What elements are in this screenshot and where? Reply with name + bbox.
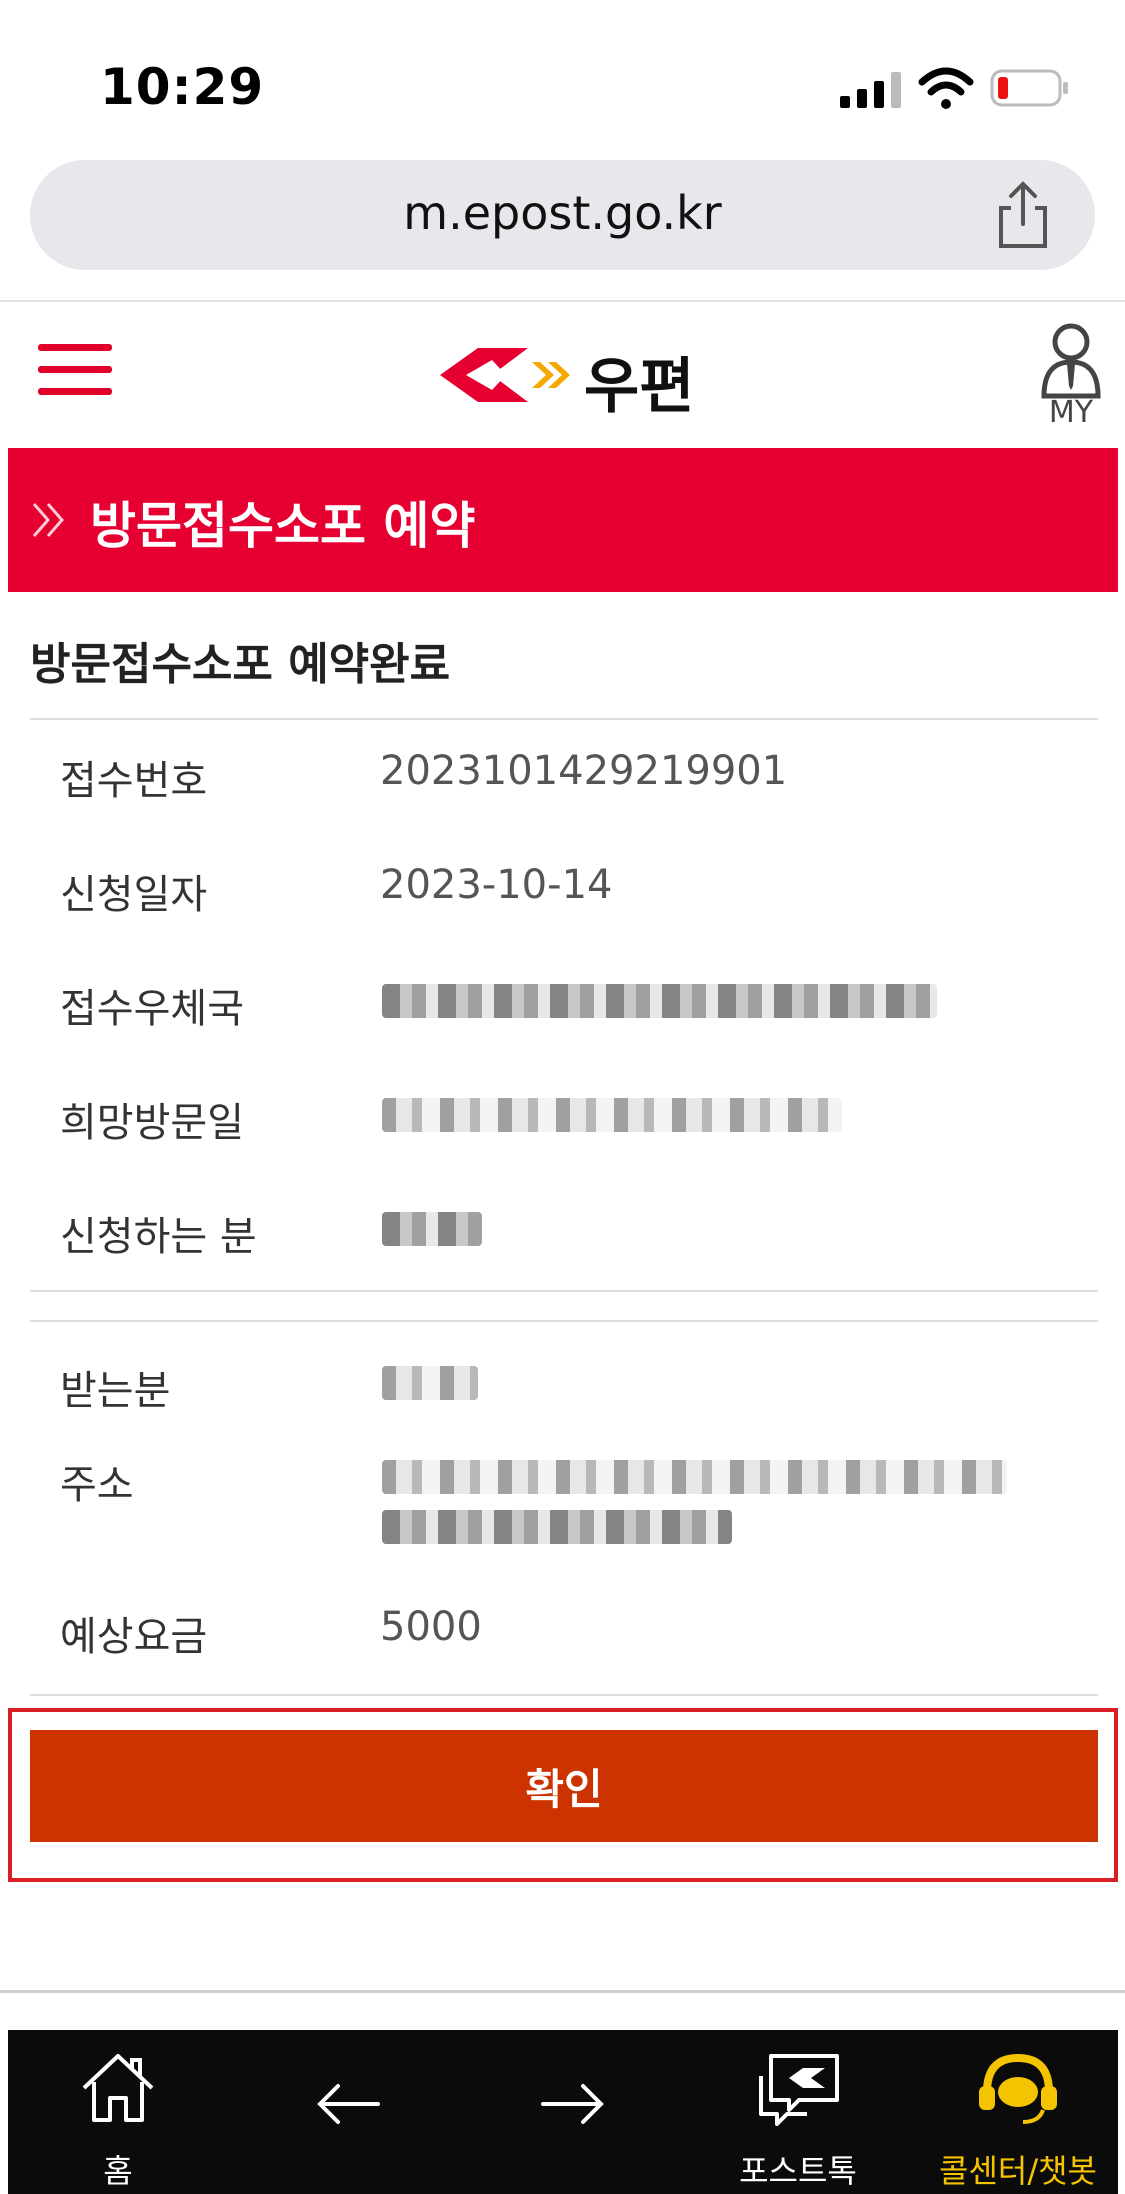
redacted-value bbox=[382, 1510, 732, 1544]
info-value: 5000 bbox=[380, 1604, 482, 1650]
redacted-value bbox=[382, 1098, 842, 1132]
headset-icon bbox=[979, 2053, 1057, 2124]
nav-home[interactable]: 홈 bbox=[58, 2030, 178, 2194]
redacted-value bbox=[382, 1460, 1007, 1494]
url-text: m.epost.go.kr bbox=[403, 186, 722, 240]
my-label: MY bbox=[1048, 395, 1094, 430]
info-row-address: 주소 bbox=[30, 1452, 1098, 1572]
battery-icon bbox=[990, 69, 1068, 107]
double-chevron-right-icon bbox=[32, 503, 64, 537]
nav-forward[interactable] bbox=[513, 2030, 633, 2194]
info-label: 희망방문일 bbox=[60, 1100, 244, 1146]
share-icon[interactable] bbox=[991, 180, 1055, 250]
status-bar: 10:29 bbox=[0, 0, 1125, 150]
wifi-icon bbox=[918, 67, 974, 109]
info-row-post-office: 접수우체국 bbox=[30, 976, 1098, 1056]
arrow-right-icon bbox=[541, 2084, 604, 2124]
info-value: 2023101429219901 bbox=[380, 748, 788, 794]
logo-text: 우편 bbox=[584, 352, 695, 422]
page-title: 방문접수소포 예약 bbox=[90, 497, 476, 555]
divider bbox=[0, 1990, 1125, 1993]
chat-bubble-icon bbox=[759, 2054, 839, 2126]
my-page-button[interactable]: MY bbox=[1036, 320, 1106, 430]
nav-posttalk[interactable]: 포스트톡 bbox=[713, 2030, 883, 2194]
redacted-value bbox=[382, 1366, 478, 1400]
nav-home-label: 홈 bbox=[103, 2152, 133, 2190]
info-label: 받는분 bbox=[60, 1368, 171, 1414]
menu-icon[interactable] bbox=[38, 344, 112, 396]
epost-logo-icon bbox=[440, 348, 570, 402]
home-icon bbox=[82, 2054, 154, 2122]
confirm-button[interactable]: 확인 bbox=[30, 1730, 1098, 1842]
site-header: 우편 MY bbox=[0, 302, 1125, 448]
info-row-application-date: 신청일자 2023-10-14 bbox=[30, 862, 1098, 942]
info-row-visit-date: 희망방문일 bbox=[30, 1090, 1098, 1170]
redacted-value bbox=[382, 984, 937, 1018]
nav-callcenter[interactable]: 콜센터/챗봇 bbox=[918, 2030, 1118, 2194]
info-value: 2023-10-14 bbox=[380, 862, 613, 908]
address-bar[interactable]: m.epost.go.kr bbox=[30, 160, 1095, 270]
info-label: 예상요금 bbox=[60, 1614, 208, 1660]
divider bbox=[30, 1320, 1098, 1322]
section-title: 방문접수소포 예약완료 bbox=[30, 639, 451, 690]
info-row-estimated-fee: 예상요금 5000 bbox=[30, 1604, 1098, 1684]
divider bbox=[30, 1290, 1098, 1292]
redacted-value bbox=[382, 1212, 482, 1246]
divider bbox=[30, 718, 1098, 720]
nav-callcenter-label: 콜센터/챗봇 bbox=[939, 2152, 1097, 2190]
info-row-applicant: 신청하는 분 bbox=[30, 1204, 1098, 1284]
arrow-left-icon bbox=[317, 2084, 380, 2124]
user-icon bbox=[1041, 323, 1101, 399]
bottom-nav: 홈 포스트톡 콜센터/챗봇 bbox=[8, 2030, 1118, 2194]
epost-logo[interactable]: 우편 bbox=[436, 334, 706, 422]
info-label: 신청일자 bbox=[60, 872, 208, 918]
divider bbox=[30, 1694, 1098, 1696]
info-label: 신청하는 분 bbox=[60, 1214, 257, 1260]
page-title-bar: 방문접수소포 예약 bbox=[8, 448, 1118, 592]
info-row-receipt-number: 접수번호 2023101429219901 bbox=[30, 748, 1098, 828]
info-row-recipient: 받는분 bbox=[30, 1358, 1098, 1438]
info-label: 접수우체국 bbox=[60, 986, 244, 1032]
info-label: 접수번호 bbox=[60, 758, 208, 804]
cellular-signal-icon bbox=[840, 72, 901, 108]
nav-back[interactable] bbox=[288, 2030, 408, 2194]
nav-posttalk-label: 포스트톡 bbox=[739, 2152, 857, 2190]
info-label: 주소 bbox=[60, 1462, 134, 1508]
status-time: 10:29 bbox=[100, 58, 265, 116]
